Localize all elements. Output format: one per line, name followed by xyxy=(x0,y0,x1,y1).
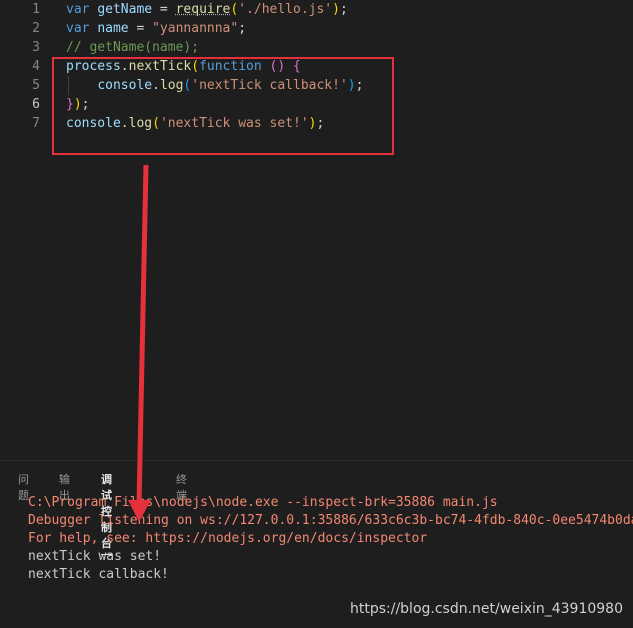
line-number: 6 xyxy=(32,97,40,112)
line-number: 7 xyxy=(32,116,40,131)
code-text: var name = "yannannna"; xyxy=(66,21,247,36)
line-number: 5 xyxy=(32,78,40,93)
watermark: https://blog.csdn.net/weixin_43910980 xyxy=(349,601,623,617)
code-line[interactable]: 3 // getName(name); xyxy=(0,38,633,57)
line-number: 2 xyxy=(32,21,40,36)
code-line[interactable]: 1 var getName = require('./hello.js'); xyxy=(0,0,633,19)
console-output-line: For help, see: https://nodejs.org/en/doc… xyxy=(28,531,428,546)
line-number: 1 xyxy=(32,2,40,17)
line-number: 4 xyxy=(32,59,40,74)
code-text: // getName(name); xyxy=(66,40,200,55)
console-output-line: nextTick was set! xyxy=(28,549,162,564)
console-output-line: Debugger listening on ws://127.0.0.1:358… xyxy=(28,513,633,528)
code-text: var getName = require('./hello.js'); xyxy=(66,2,348,17)
console-output-line: nextTick callback! xyxy=(28,567,169,582)
console-output-line: C:\Program Files\nodejs\node.exe --inspe… xyxy=(28,495,498,510)
code-line[interactable]: 2 var name = "yannannna"; xyxy=(0,19,633,38)
line-number: 3 xyxy=(32,40,40,55)
annotation-highlight-box xyxy=(52,57,394,155)
